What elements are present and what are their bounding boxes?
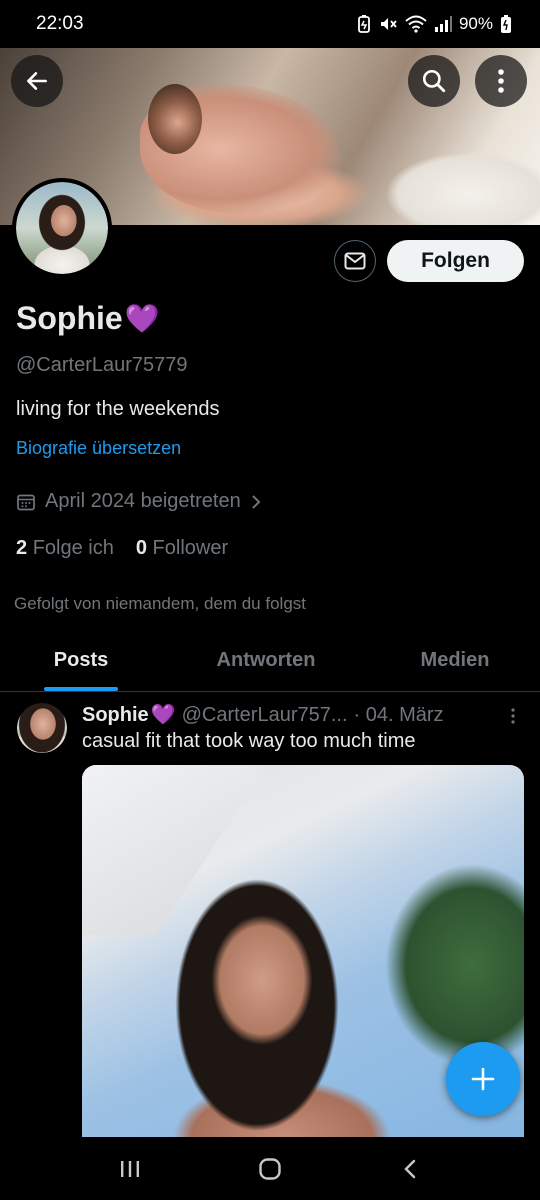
banner-head (148, 84, 202, 154)
follow-button[interactable]: Folgen (387, 240, 524, 282)
search-icon (422, 69, 446, 93)
post-date[interactable]: · 04. März (354, 704, 444, 727)
post-header: Sophie 💜 @CarterLaur757... · 04. März (82, 702, 444, 727)
plus-icon (471, 1067, 495, 1091)
signal-icon (434, 16, 452, 32)
post-handle[interactable]: @CarterLaur757... (182, 704, 348, 727)
tab-replies-label: Antworten (216, 649, 316, 671)
profile-name-text: Sophie (16, 300, 123, 336)
joined-date[interactable]: April 2024 beigetreten (16, 490, 262, 513)
active-tab-indicator (44, 687, 118, 691)
post-text: casual fit that took way too much time (82, 730, 416, 752)
post-image-wall (82, 765, 267, 935)
tab-replies[interactable]: Antworten (162, 630, 370, 691)
calendar-icon (17, 494, 35, 510)
more-vertical-icon (511, 708, 515, 724)
back-button[interactable] (11, 55, 63, 107)
arrow-left-icon (27, 72, 47, 90)
tab-media[interactable]: Medien (370, 630, 540, 691)
purple-heart-emoji: 💜 (124, 303, 160, 334)
profile-name: Sophie 💜 (16, 300, 160, 337)
status-time: 22:03 (36, 13, 84, 34)
post-author-emoji: 💜 (150, 704, 176, 726)
message-button[interactable] (334, 240, 376, 282)
more-vertical-icon (498, 69, 504, 93)
tab-media-label: Medien (420, 649, 490, 671)
battery-percent: 90% (458, 14, 493, 33)
status-bar: 22:03 90% (0, 0, 540, 48)
battery-icon (501, 15, 511, 33)
home-button[interactable] (240, 1144, 300, 1194)
status-icons: 90% (357, 14, 512, 34)
wifi-icon (405, 15, 427, 33)
system-nav-bar (0, 1138, 540, 1200)
tab-posts-label: Posts (53, 649, 109, 671)
home-icon (259, 1158, 281, 1180)
avatar-image (16, 182, 108, 274)
followers-count[interactable]: 0 Follower (136, 537, 228, 560)
translate-bio-link[interactable]: Biografie übersetzen (16, 438, 181, 459)
more-button[interactable] (475, 55, 527, 107)
post-avatar[interactable] (17, 703, 67, 753)
post-author[interactable]: Sophie 💜 (82, 702, 176, 727)
profile-avatar[interactable] (12, 178, 112, 278)
mute-icon (380, 18, 397, 30)
mail-icon (344, 252, 366, 270)
profile-handle: @CarterLaur75779 (16, 354, 188, 376)
search-button[interactable] (408, 55, 460, 107)
post-author-text: Sophie (82, 704, 149, 726)
follow-counts: 2 Folge ich 0 Follower (16, 537, 228, 560)
profile-bio: living for the weekends (16, 398, 220, 420)
compose-button[interactable] (446, 1042, 520, 1116)
joined-text: April 2024 beigetreten (45, 490, 241, 512)
chevron-right-icon (251, 494, 261, 509)
recent-apps-icon (121, 1161, 139, 1177)
profile-tabs: Posts Antworten Medien (0, 630, 540, 692)
followed-by-text: Gefolgt von niemandem, dem du folgst (14, 594, 306, 613)
system-back-button[interactable] (380, 1144, 440, 1194)
tab-posts[interactable]: Posts (0, 630, 162, 691)
recent-apps-button[interactable] (100, 1144, 160, 1194)
chevron-left-icon (404, 1159, 416, 1179)
battery-saver-icon (358, 15, 370, 33)
following-count[interactable]: 2 Folge ich (16, 537, 114, 560)
post-more-button[interactable] (503, 704, 523, 728)
post-avatar-image (17, 703, 67, 753)
